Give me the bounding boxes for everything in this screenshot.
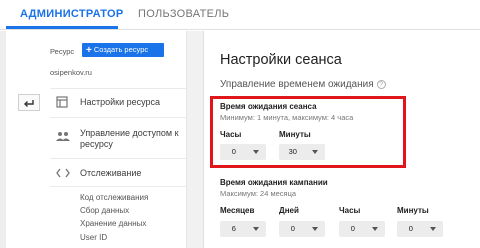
campaign-months-label: Месяцев	[220, 206, 255, 215]
campaign-months-value: 6	[231, 224, 236, 233]
page-icon	[56, 96, 68, 108]
timeout-section-title: Управление временем ожидания?	[220, 79, 386, 90]
sub-item-user-id[interactable]: User ID	[80, 233, 107, 242]
back-arrow-icon	[24, 100, 34, 107]
sidebar-item-label: Настройки ресурса	[80, 97, 161, 107]
back-button[interactable]	[18, 94, 40, 111]
chevron-down-icon	[430, 227, 436, 231]
campaign-hours-label: Часы	[339, 206, 361, 215]
campaign-hours-value: 0	[350, 224, 355, 233]
create-resource-label: Создать ресурс	[93, 45, 149, 54]
sub-item-data-collection[interactable]: Сбор данных	[80, 206, 129, 215]
sidebar-item-label-line2: ресурсу	[80, 139, 113, 149]
chevron-down-icon	[312, 227, 318, 231]
code-icon	[56, 168, 70, 178]
campaign-days-value: 0	[290, 224, 295, 233]
campaign-timeout-hint: Максимум: 24 месяца	[220, 189, 297, 198]
campaign-months-select[interactable]: 6	[220, 221, 266, 237]
campaign-timeout-title: Время ожидания кампании	[220, 178, 328, 187]
sidebar-item-label: Отслеживание	[80, 168, 142, 178]
page-title: Настройки сеанса	[220, 52, 342, 68]
divider	[50, 158, 186, 159]
campaign-days-select[interactable]: 0	[279, 221, 325, 237]
campaign-hours-select[interactable]: 0	[339, 221, 385, 237]
tab-admin[interactable]: АДМИНИСТРАТОР	[20, 8, 124, 20]
campaign-minutes-label: Минуты	[397, 206, 429, 215]
sub-item-tracking-code[interactable]: Код отслеживания	[80, 193, 148, 202]
timeout-section-label: Управление временем ожидания	[220, 79, 374, 90]
sidebar-item-label-line1: Управление доступом к	[80, 128, 179, 138]
resource-label: Ресурс	[50, 47, 75, 56]
chevron-down-icon	[253, 227, 259, 231]
divider	[50, 117, 186, 118]
campaign-days-label: Дней	[279, 206, 299, 215]
sub-item-data-retention[interactable]: Хранение данных	[80, 219, 146, 228]
left-gutter	[0, 31, 6, 248]
highlight-frame	[210, 96, 406, 168]
ga-admin-page: АДМИНИСТРАТОР ПОЛЬЗОВАТЕЛЬ Ресурс + Созда…	[0, 0, 480, 248]
chevron-down-icon	[372, 227, 378, 231]
resource-site: osipenkov.ru	[50, 68, 92, 77]
active-tab-indicator	[6, 26, 118, 29]
column-divider	[186, 31, 204, 248]
plus-icon: +	[86, 45, 92, 56]
help-icon[interactable]: ?	[376, 80, 386, 89]
top-tabs: АДМИНИСТРАТОР ПОЛЬЗОВАТЕЛЬ	[0, 0, 480, 30]
create-resource-button[interactable]: + Создать ресурс	[82, 43, 164, 57]
divider	[50, 186, 186, 187]
campaign-minutes-select[interactable]: 0	[397, 221, 443, 237]
campaign-minutes-value: 0	[408, 224, 413, 233]
divider	[50, 88, 186, 89]
tab-user[interactable]: ПОЛЬЗОВАТЕЛЬ	[138, 8, 229, 20]
people-icon	[56, 132, 70, 141]
